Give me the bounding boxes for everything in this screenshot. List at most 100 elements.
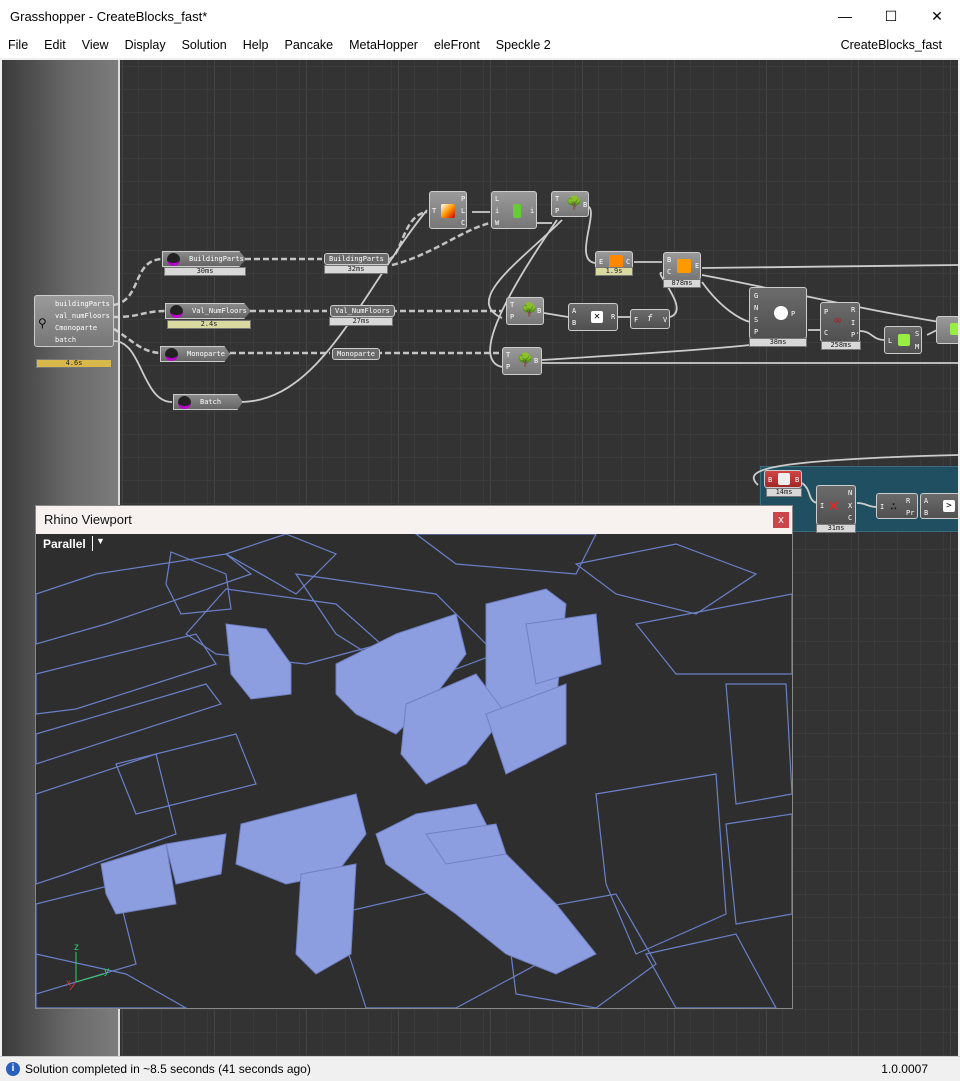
output[interactable]: C [848, 514, 852, 522]
component-c2[interactable]: L i W i [491, 191, 537, 229]
component-compare[interactable]: A B > [920, 493, 958, 519]
input[interactable]: B [667, 256, 671, 264]
cluster-component[interactable]: ⚲ buildingParts val_numFloors Cmonoparte… [34, 295, 114, 347]
viewport-title-bar[interactable]: Rhino Viewport x [36, 506, 792, 534]
output[interactable]: Pr [906, 509, 914, 517]
input[interactable]: A [924, 497, 928, 505]
output[interactable]: B [537, 307, 541, 315]
output[interactable]: N [848, 489, 852, 497]
input[interactable]: A [572, 307, 576, 315]
output[interactable]: R [906, 497, 910, 505]
input[interactable]: T [432, 207, 436, 215]
input[interactable]: E [599, 258, 603, 266]
menu-speckle[interactable]: Speckle 2 [488, 38, 559, 52]
component-multiply[interactable]: A B ✕ R [568, 303, 618, 331]
input[interactable]: C [667, 268, 671, 276]
input[interactable]: W [495, 219, 499, 227]
multiply-icon: ✕ [591, 311, 603, 323]
component-red[interactable]: B B [764, 470, 802, 488]
output[interactable]: P [791, 310, 795, 318]
component-expression[interactable]: F f V [630, 309, 670, 329]
input[interactable]: B [924, 509, 928, 517]
component-random[interactable]: I ∴ R Pr [876, 493, 918, 519]
output[interactable]: B [583, 201, 587, 209]
component-c1[interactable]: T P L C [429, 191, 467, 229]
output[interactable]: C [461, 219, 465, 227]
menu-solution[interactable]: Solution [174, 38, 235, 52]
output-cmonoparte[interactable]: Cmonoparte [55, 324, 97, 332]
output[interactable]: C [626, 258, 630, 266]
output[interactable]: P' [851, 331, 859, 339]
input[interactable]: I [880, 503, 884, 511]
input[interactable]: P [555, 207, 559, 215]
viewport-scene[interactable] [36, 534, 792, 1008]
output[interactable]: i [530, 207, 534, 215]
input[interactable]: F [634, 316, 638, 324]
menu-display[interactable]: Display [117, 38, 174, 52]
param-val-numfloors[interactable]: Val_NumFloors [165, 303, 251, 319]
param-monoparte[interactable]: Monoparte [160, 346, 230, 362]
input[interactable]: I [820, 502, 824, 510]
input[interactable]: C [824, 329, 828, 337]
viewport-close-button[interactable]: x [773, 512, 789, 528]
relay-monoparte[interactable]: Monoparte [332, 348, 380, 360]
input[interactable]: L [495, 195, 499, 203]
param-batch[interactable]: Batch [173, 394, 243, 410]
output[interactable]: I [851, 319, 855, 327]
menu-metahopper[interactable]: MetaHopper [341, 38, 426, 52]
menu-help[interactable]: Help [235, 38, 277, 52]
output[interactable]: B [534, 357, 538, 365]
component-list[interactable]: L S M [884, 326, 922, 354]
input[interactable]: B [768, 476, 772, 484]
component-tree3[interactable]: T P 🌳 B [502, 347, 542, 375]
input[interactable]: i [495, 207, 499, 215]
output-batch[interactable]: batch [55, 336, 76, 344]
component-circles[interactable]: P C ∞ R I P' [820, 302, 860, 342]
menu-pancake[interactable]: Pancake [276, 38, 341, 52]
input[interactable]: T [510, 301, 514, 309]
output-val-numfloors[interactable]: val_numFloors [55, 312, 110, 320]
menu-edit[interactable]: Edit [36, 38, 74, 52]
maximize-button[interactable]: ☐ [868, 0, 914, 32]
projection-dropdown-icon[interactable]: ▼ [92, 536, 105, 551]
component-tree2[interactable]: T P 🌳 B [506, 297, 544, 325]
input[interactable]: P [506, 363, 510, 371]
component-cross[interactable]: I ✕ N X C [816, 485, 856, 525]
menu-file[interactable]: File [0, 38, 36, 52]
minimize-button[interactable]: — [822, 0, 868, 32]
input[interactable]: P [824, 308, 828, 316]
close-button[interactable]: ✕ [914, 0, 960, 32]
input[interactable]: N [754, 304, 758, 312]
output[interactable]: S [915, 330, 919, 338]
component-offscreen[interactable] [936, 316, 958, 344]
input[interactable]: G [754, 292, 758, 300]
input[interactable]: P [754, 328, 758, 336]
component-tree1[interactable]: T P 🌳 B [551, 191, 589, 217]
component-boundary[interactable]: B C E [663, 252, 701, 280]
output-buildingparts[interactable]: buildingParts [55, 300, 110, 308]
output[interactable]: R [611, 313, 615, 321]
relay-val-numfloors[interactable]: Val_NumFloors [330, 305, 395, 317]
input[interactable]: P [510, 313, 514, 321]
output[interactable]: E [695, 262, 699, 270]
input[interactable]: T [506, 351, 510, 359]
output[interactable]: X [848, 502, 852, 510]
output[interactable]: R [851, 306, 855, 314]
viewport-projection[interactable]: Parallel [43, 537, 86, 551]
param-buildingparts[interactable]: BuildingParts [162, 251, 246, 267]
geometry-icon [167, 253, 180, 266]
input[interactable]: T [555, 195, 559, 203]
menu-view[interactable]: View [74, 38, 117, 52]
input[interactable]: L [888, 337, 892, 345]
output[interactable]: P [461, 195, 465, 203]
input[interactable]: B [572, 319, 576, 327]
component-populate[interactable]: G N S P P [749, 287, 807, 339]
output[interactable]: L [461, 207, 465, 215]
input[interactable]: S [754, 316, 758, 324]
relay-buildingparts[interactable]: BuildingParts [324, 253, 389, 265]
output[interactable]: M [915, 343, 919, 351]
rhino-viewport-window[interactable]: Rhino Viewport x Parallel ▼ z y x [35, 505, 793, 1009]
menu-elefront[interactable]: eleFront [426, 38, 488, 52]
output[interactable]: B [795, 476, 799, 484]
output[interactable]: V [663, 316, 667, 324]
